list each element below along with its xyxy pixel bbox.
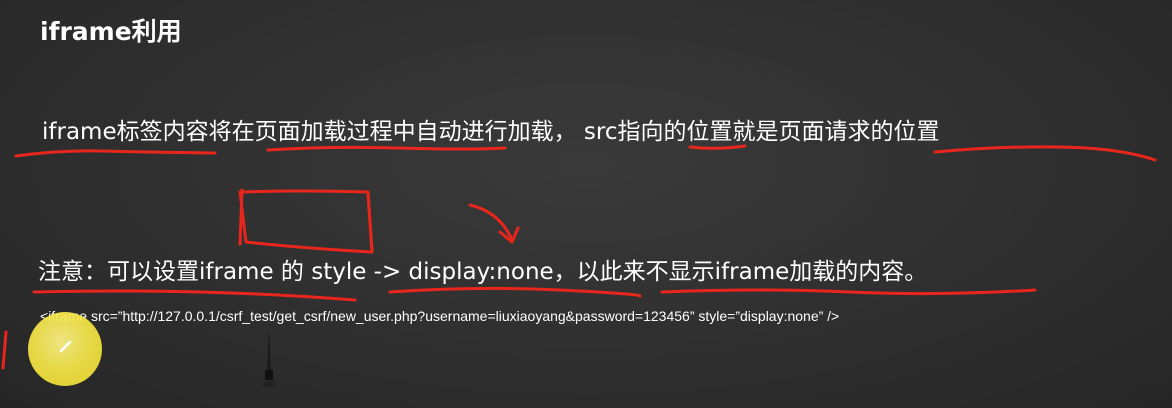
box-stroke-left	[238, 188, 244, 246]
underline-notice	[32, 289, 357, 302]
arrow-head	[498, 226, 520, 244]
box-stroke-right	[366, 192, 374, 252]
underline-src	[688, 144, 747, 150]
underline-not-display	[660, 288, 1037, 296]
slide: iframe利用 iframe标签内容将在页面加载过程中自动进行加载， src指…	[0, 0, 1172, 408]
slide-text-line-2: 注意：可以设置iframe 的 style -> display:none，以此…	[38, 259, 928, 285]
underline-display-none	[388, 286, 642, 298]
slide-text-line-1: iframe标签内容将在页面加载过程中自动进行加载， src指向的位置就是页面请…	[42, 119, 940, 145]
slide-title: iframe利用	[40, 17, 182, 46]
ink-annotations	[14, 144, 1157, 302]
code-example: <iframe src=”http://127.0.0.1/csrf_test/…	[40, 308, 840, 324]
pen-icon	[58, 338, 74, 354]
underline-request-location	[933, 145, 1157, 162]
arrow-mark	[468, 203, 514, 242]
pin-icon	[262, 330, 276, 390]
left-edge-mark	[0, 330, 10, 370]
underline-auto-load	[266, 145, 507, 152]
underline-iframe-tag	[14, 149, 217, 158]
box-mark	[238, 189, 374, 254]
